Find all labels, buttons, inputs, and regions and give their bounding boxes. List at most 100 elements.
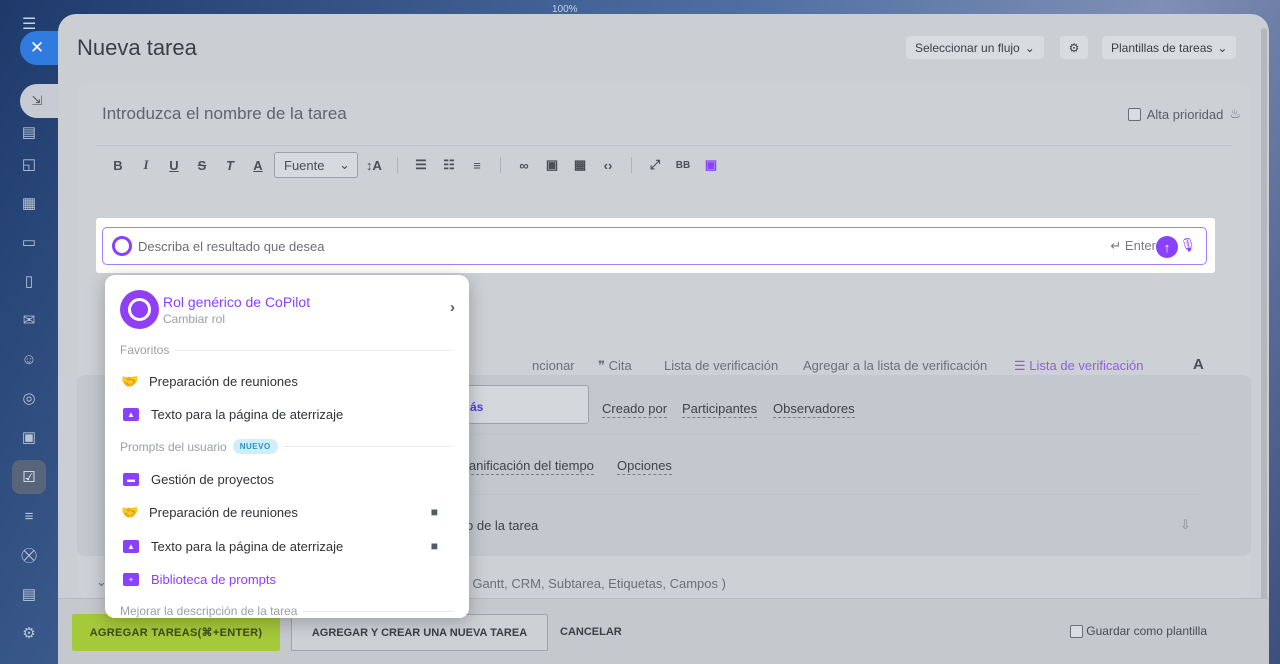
underline-icon[interactable]: U — [162, 158, 186, 173]
priority-checkbox[interactable] — [1127, 107, 1141, 121]
prompt-label: Texto para la página de aterrizaje — [151, 406, 344, 422]
code-icon[interactable]: ‹› — [596, 158, 620, 173]
more-people-button[interactable]: ás — [452, 385, 589, 424]
checklist-ai-action[interactable]: ☰ Lista de verificación — [1014, 358, 1143, 374]
templates-select[interactable]: Plantillas de tareas ⌄ — [1102, 36, 1237, 59]
automation-icon[interactable]: ≡ — [12, 499, 46, 533]
options-link[interactable]: Opciones — [617, 458, 672, 475]
role-change[interactable]: Cambiar rol — [163, 312, 225, 326]
strikethrough-icon[interactable]: S — [190, 158, 214, 173]
image-icon: ▲ — [123, 407, 139, 421]
table-icon[interactable]: ▦ — [568, 157, 592, 173]
crm-icon[interactable]: ◎ — [12, 381, 46, 415]
fullscreen-icon[interactable]: ⤢ — [643, 157, 667, 173]
templates-label: Plantillas de tareas — [1111, 40, 1213, 55]
chevron-down-icon: ⌄ — [339, 157, 350, 172]
chevron-down-icon: ⌄ — [1217, 40, 1228, 55]
quote-icon: ❞ — [598, 358, 609, 373]
prompt-label: Preparación de reuniones — [149, 373, 298, 389]
font-select[interactable]: Fuente ⌄ — [274, 152, 358, 178]
font-panel-button[interactable]: A — [1193, 356, 1204, 373]
copilot-input[interactable]: Describa el resultado que desea ↵ Enter … — [102, 227, 1207, 265]
new-badge: NUEVO — [232, 439, 278, 454]
bullet-list-icon[interactable]: ☷ — [437, 157, 461, 173]
save-template-checkbox[interactable] — [1070, 624, 1084, 638]
checklist-action[interactable]: Lista de verificación — [664, 358, 778, 373]
ai-image-icon[interactable]: ▣ — [699, 157, 723, 173]
align-icon[interactable]: ≡ — [465, 158, 489, 173]
chevron-right-icon[interactable]: › — [450, 299, 455, 316]
prompt-label: Preparación de reuniones — [149, 504, 298, 520]
add-and-create-button[interactable]: AGREGAR Y CREAR UNA NUEVA TAREA — [291, 614, 548, 651]
save-template-label: Guardar como plantilla — [1086, 624, 1207, 638]
hr-icon[interactable]: ▤ — [12, 577, 46, 611]
copilot-icon — [112, 236, 132, 256]
calendar-icon[interactable]: ▦ — [12, 186, 46, 220]
participants-link[interactable]: Participantes — [682, 401, 758, 418]
contacts-icon[interactable]: ☺ — [12, 342, 46, 376]
feed-icon[interactable]: ▤ — [12, 115, 46, 149]
numbered-list-icon[interactable]: ☰ — [409, 157, 433, 173]
save-template-toggle[interactable]: Guardar como plantilla — [1070, 624, 1207, 638]
prompt-item[interactable]: 🤝 Preparación de reuniones — [120, 368, 453, 394]
quote-action[interactable]: ❞ Cita — [598, 358, 632, 374]
document-icon[interactable]: ▯ — [12, 264, 46, 298]
gear-icon[interactable]: ⚙ — [1060, 36, 1088, 59]
editor-toolbar: B I U S T A Fuente ⌄ ↕A ☰ ☷ ≡ ∞ ▣ ▦ ‹› ⤢ … — [106, 152, 723, 178]
minimize-icon[interactable]: ⇲ — [20, 84, 60, 118]
bookmark-icon[interactable]: ■ — [431, 539, 438, 553]
participants-label: Participantes — [682, 401, 758, 418]
close-slider-button[interactable]: ✕ — [20, 31, 60, 65]
mail-icon[interactable]: ✉ — [12, 303, 46, 337]
created-by-label: Creado por — [602, 401, 668, 418]
link-icon[interactable]: ∞ — [512, 158, 536, 173]
divider — [96, 145, 1232, 146]
toolbar-separator — [397, 157, 398, 173]
text-color-icon[interactable]: A — [246, 158, 270, 173]
image-icon[interactable]: ▣ — [540, 157, 564, 173]
time-planning-label: lanificación del tiempo — [466, 458, 594, 475]
sites-icon[interactable]: ▣ — [12, 420, 46, 454]
library-icon: + — [123, 572, 139, 586]
role-name[interactable]: Rol genérico de CoPilot — [163, 294, 310, 310]
chat-icon[interactable]: ◱ — [12, 147, 46, 181]
prompt-item[interactable]: ▲ Texto para la página de aterrizaje ■ — [120, 533, 453, 559]
font-size-icon[interactable]: ↕A — [362, 158, 386, 173]
send-arrow-icon[interactable]: ↑ — [1156, 236, 1178, 258]
prompt-item[interactable]: 🤝 Preparación de reuniones ■ — [120, 499, 453, 525]
enter-hint: ↵ Enter — [1110, 238, 1156, 253]
flow-select[interactable]: Seleccionar un flujo ⌄ — [906, 36, 1044, 59]
settings-icon[interactable]: ⚙ — [12, 616, 46, 650]
handshake-icon: 🤝 — [121, 503, 139, 520]
add-tasks-button[interactable]: AGREGAR TAREAS(⌘+ENTER) — [72, 614, 280, 651]
tasks-icon[interactable]: ☑ — [12, 460, 46, 494]
bbcode-icon[interactable]: BB — [671, 160, 695, 171]
divider — [467, 434, 1200, 435]
enter-hint-label: Enter — [1124, 238, 1156, 253]
pin-icon[interactable]: ⇩ — [1180, 517, 1191, 533]
options-label: Opciones — [617, 458, 672, 475]
bookmark-icon[interactable]: ■ — [431, 505, 438, 519]
bold-icon[interactable]: B — [106, 158, 130, 173]
task-name-input[interactable]: Introduzca el nombre de la tarea — [102, 104, 347, 124]
scrollbar[interactable] — [1261, 28, 1267, 628]
drive-icon[interactable]: ▭ — [12, 225, 46, 259]
cancel-button[interactable]: CANCELAR — [560, 626, 622, 638]
microphone-icon[interactable]: 🎙 — [1179, 237, 1196, 253]
italic-icon[interactable]: I — [134, 157, 158, 173]
prompt-library-item[interactable]: + Biblioteca de prompts — [120, 566, 453, 592]
more-fields-links[interactable]: tir, Gantt, CRM, Subtarea, Etiquetas, Ca… — [455, 576, 726, 591]
page-title: Nueva tarea — [77, 35, 197, 60]
clear-format-icon[interactable]: T — [218, 158, 242, 173]
time-planning-link[interactable]: lanificación del tiempo — [466, 458, 594, 475]
shop-icon[interactable]: ⛒ — [12, 538, 46, 572]
observers-link[interactable]: Observadores — [773, 401, 855, 418]
chevron-down-icon: ⌄ — [1024, 40, 1035, 55]
mention-action[interactable]: ncionar — [532, 358, 575, 373]
created-by-link[interactable]: Creado por — [602, 401, 668, 418]
high-priority-toggle[interactable]: Alta prioridad ♨ — [1127, 106, 1241, 122]
prompt-item[interactable]: ▬ Gestión de proyectos — [120, 466, 453, 492]
prompt-item[interactable]: ▲ Texto para la página de aterrizaje — [120, 401, 453, 427]
add-to-checklist-action[interactable]: Agregar a la lista de verificación — [803, 358, 987, 373]
handshake-icon: 🤝 — [121, 372, 139, 389]
